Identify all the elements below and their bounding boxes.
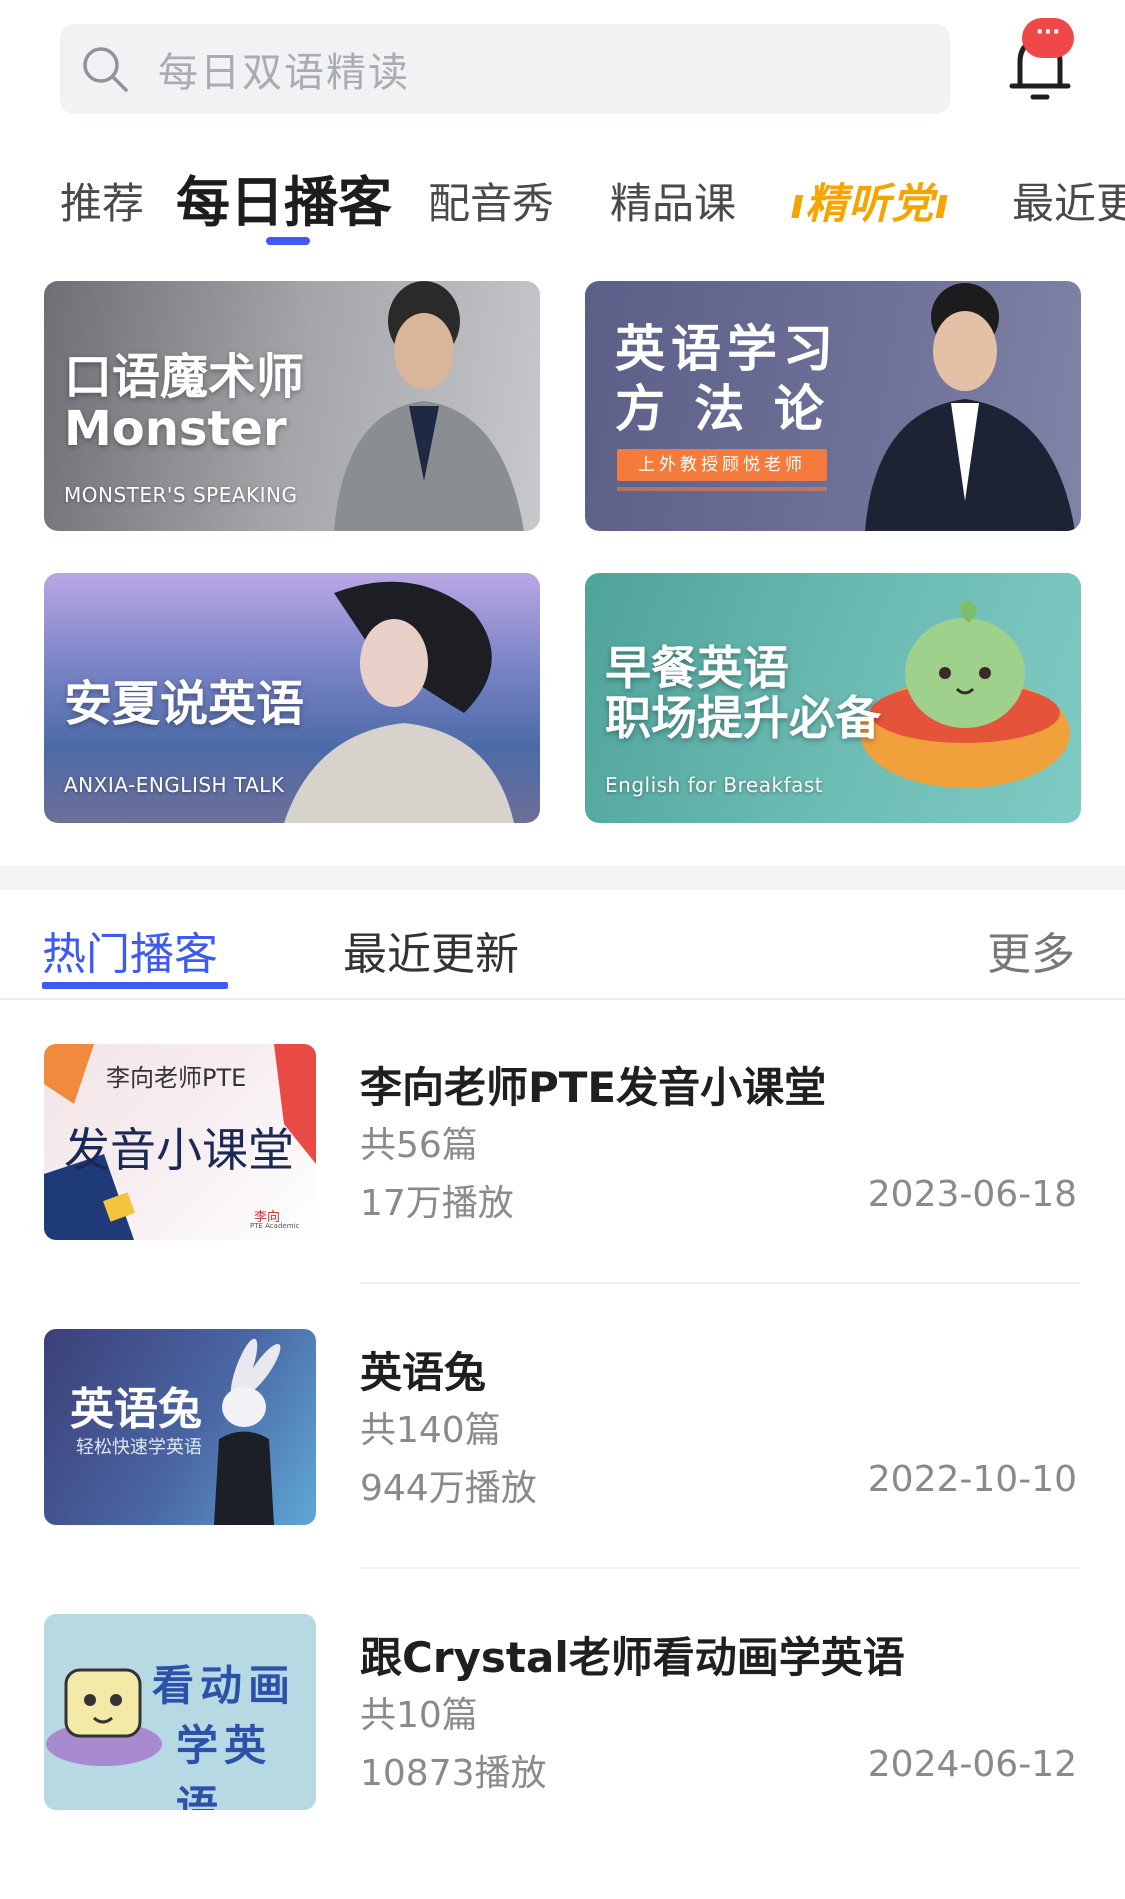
play-count: 944万播放	[360, 1468, 537, 1509]
thumbnail-main-text: 英语兔	[70, 1384, 202, 1435]
episode-count: 共10篇	[360, 1695, 478, 1736]
update-date: 2024-06-12	[867, 1744, 1077, 1785]
banner-tag-underline	[617, 487, 827, 491]
thumbnail-line1: 看动画	[152, 1661, 297, 1710]
search-placeholder: 每日双语精读	[158, 50, 410, 96]
list-tab-indicator	[42, 982, 228, 989]
speaker-portrait	[865, 283, 1075, 531]
banner-subtitle: MONSTER'S SPEAKING	[64, 483, 298, 507]
search-icon	[83, 47, 128, 92]
notification-badge: ···	[1022, 18, 1074, 58]
banner-title: 英语学习 方 法 论	[615, 319, 839, 439]
banner-title-line2: 职场提升必备	[605, 691, 881, 745]
banner-title-line1: 早餐英语	[605, 641, 789, 695]
tab-recommend[interactable]: 推荐	[60, 170, 144, 231]
row-divider	[360, 1282, 1080, 1284]
tab-premium-course[interactable]: 精品课	[610, 170, 736, 231]
podcast-thumbnail: 李向老师PTE 发音小课堂 李向 PTE Academic	[44, 1044, 316, 1240]
banner-learning-method[interactable]: 英语学习 方 法 论 上外教授顾悦老师	[585, 281, 1081, 531]
thumbnail-line2: 学英语	[176, 1721, 273, 1810]
banner-title: 口语魔术师	[64, 349, 305, 405]
update-date: 2022-10-10	[867, 1459, 1077, 1500]
banner-title-line2: 方 法 论	[615, 380, 830, 438]
banner-title: 安夏说英语	[64, 676, 305, 732]
banner-anxia[interactable]: 安夏说英语 ANXIA-ENGLISH TALK	[44, 573, 540, 823]
banner-subtitle: English for Breakfast	[605, 773, 824, 797]
active-tab-indicator	[266, 237, 310, 245]
play-count: 10873播放	[360, 1753, 547, 1794]
speaker-portrait	[284, 581, 514, 823]
banner-breakfast-english[interactable]: 早餐英语 职场提升必备 English for Breakfast	[585, 573, 1081, 823]
podcast-title: 英语兔	[360, 1348, 487, 1397]
update-date: 2023-06-18	[867, 1174, 1077, 1215]
tab-daily-podcast[interactable]: 每日播客	[176, 158, 392, 237]
podcast-thumbnail: 英语兔 轻松快速学英语	[44, 1329, 316, 1525]
sound-wave-icon: ı	[790, 179, 806, 228]
podcast-title: 跟Crystal老师看动画学英语	[360, 1633, 905, 1682]
thumbnail-logo-sub: PTE Academic	[250, 1222, 300, 1230]
sound-wave-icon: ı	[934, 179, 950, 228]
banner-title-en: Monster	[64, 401, 287, 457]
podcast-item[interactable]: 看动画 学英语 跟Crystal老师看动画学英语 共10篇 10873播放 20…	[0, 1614, 1125, 1899]
speaker-portrait	[334, 281, 524, 531]
more-link[interactable]: 更多	[987, 918, 1075, 982]
tab-hot-podcasts[interactable]: 热门播客	[42, 918, 218, 982]
banner-monster[interactable]: 口语魔术师 Monster MONSTER'S SPEAKING	[44, 281, 540, 531]
row-divider	[360, 1567, 1080, 1569]
episode-count: 共140篇	[360, 1410, 501, 1451]
thumbnail-sub-text: 轻松快速学英语	[76, 1437, 202, 1458]
podcast-item[interactable]: 英语兔 轻松快速学英语 英语兔 共140篇 944万播放 2022-10-10	[0, 1329, 1125, 1614]
play-count: 17万播放	[360, 1183, 514, 1224]
podcast-title: 李向老师PTE发音小课堂	[360, 1063, 827, 1112]
section-divider	[0, 866, 1125, 890]
thumbnail-top-text: 李向老师PTE	[106, 1064, 247, 1092]
search-bar[interactable]: 每日双语精读	[60, 24, 950, 114]
banner-tag: 上外教授顾悦老师	[617, 449, 827, 481]
tab-recent-updates[interactable]: 最近更	[1012, 170, 1125, 231]
thumbnail-main-text: 发音小课堂	[64, 1123, 294, 1177]
tab-dubbing-show[interactable]: 配音秀	[428, 170, 554, 231]
podcast-thumbnail: 看动画 学英语	[44, 1614, 316, 1810]
tab-intensive-listening-label: 精听党	[805, 179, 935, 228]
tab-recently-updated[interactable]: 最近更新	[343, 918, 519, 982]
category-tabs: 推荐 每日播客 配音秀 精品课 ı精听党ı 最近更	[0, 150, 1125, 260]
list-header-divider	[0, 998, 1125, 1000]
banner-title-line1: 英语学习	[615, 320, 839, 378]
tab-intensive-listening[interactable]: ı精听党ı	[790, 170, 950, 231]
podcast-item[interactable]: 李向老师PTE 发音小课堂 李向 PTE Academic 李向老师PTE发音小…	[0, 1044, 1125, 1329]
banner-subtitle: ANXIA-ENGLISH TALK	[64, 773, 285, 797]
episode-count: 共56篇	[360, 1125, 478, 1166]
